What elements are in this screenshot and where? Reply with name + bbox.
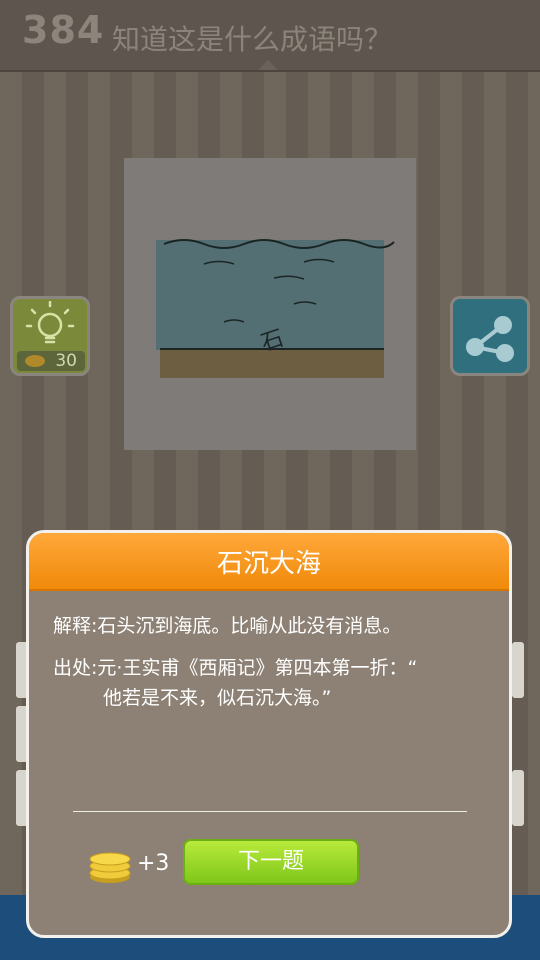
hint-cost-badge: 30 bbox=[17, 351, 85, 371]
coins-icon bbox=[89, 852, 131, 883]
divider bbox=[73, 811, 467, 812]
dialog-header: 石沉大海 bbox=[29, 533, 509, 591]
coin-icon bbox=[25, 355, 45, 367]
share-button[interactable] bbox=[450, 296, 530, 376]
header-notch bbox=[258, 60, 278, 70]
side-tab-right bbox=[512, 642, 524, 698]
source-quote: 他若是不来，似石沉大海。” bbox=[103, 687, 332, 709]
answer-dialog: 石沉大海 解释:石头沉到海底。比喻从此没有消息。 出处:元·王实甫《西厢记》第四… bbox=[26, 530, 512, 938]
reward-amount: +3 bbox=[137, 851, 170, 876]
idiom-title: 石沉大海 bbox=[216, 549, 321, 579]
puzzle-image: 石 bbox=[124, 158, 416, 450]
meaning-text: 解释:石头沉到海底。比喻从此没有消息。 bbox=[53, 615, 402, 637]
share-icon bbox=[466, 316, 514, 362]
sea-drawing: 石 bbox=[156, 239, 395, 378]
lightbulb-icon bbox=[25, 301, 75, 344]
hint-cost: 30 bbox=[55, 351, 77, 371]
question-text: 知道这是什么成语吗？ bbox=[112, 23, 393, 56]
level-number: 384 bbox=[22, 8, 105, 52]
next-question-button[interactable]: 下一题 bbox=[183, 839, 359, 885]
side-tab-right bbox=[512, 770, 524, 826]
source-text: 出处:元·王实甫《西厢记》第四本第一折：“ bbox=[53, 657, 418, 679]
hint-button[interactable]: 30 bbox=[10, 296, 90, 376]
